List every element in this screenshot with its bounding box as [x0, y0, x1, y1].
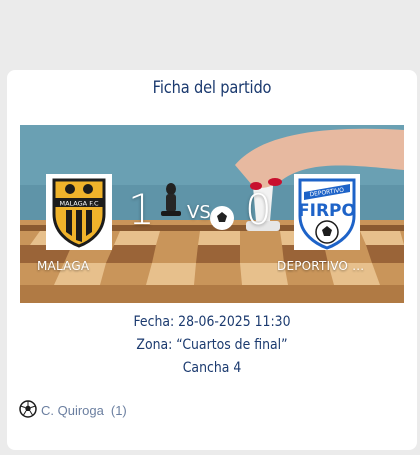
- scorer-name: C. Quiroga: [41, 403, 104, 418]
- match-date: Fecha: 28-06-2025 11:30: [133, 314, 291, 330]
- vs-label: VS: [187, 202, 211, 223]
- away-team-name: DEPORTIVO F...: [277, 259, 367, 273]
- scorer-goals: (1): [110, 403, 127, 418]
- svg-text:FIRPO: FIRPO: [298, 201, 356, 221]
- scorer-item: C. Quiroga (1): [19, 400, 127, 421]
- home-team-logo: MALAGA F.C: [46, 174, 112, 250]
- match-zone: Zona: “Cuartos de final”: [136, 337, 288, 353]
- home-score: 1: [128, 185, 155, 234]
- away-score: 0: [245, 185, 272, 234]
- away-team-logo: DEPORTIVO FIRPO: [294, 174, 360, 250]
- home-team-name: MALAGA: [37, 259, 90, 273]
- match-card: Ficha del partido MALAGA F.C 1 VS 0 DEPO…: [7, 70, 417, 450]
- match-banner: MALAGA F.C 1 VS 0 DEPORTIVO FIRPO MALAGA…: [20, 125, 404, 303]
- svg-text:MALAGA F.C: MALAGA F.C: [59, 200, 98, 208]
- soccer-ball-icon: [19, 400, 37, 421]
- match-court: Cancha 4: [182, 360, 242, 376]
- card-title: Ficha del partido: [152, 78, 272, 98]
